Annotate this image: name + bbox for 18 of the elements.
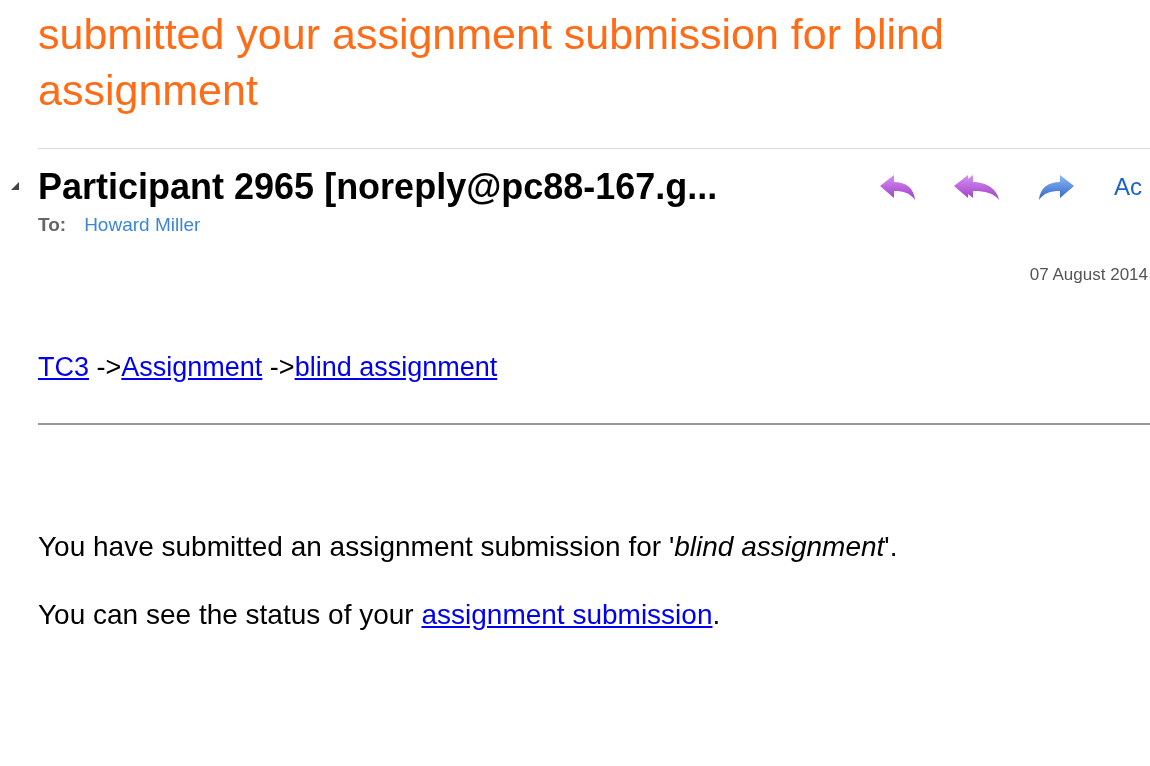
reply-icon[interactable] [878, 172, 918, 202]
message-date: 07 August 2014 [1029, 263, 1148, 286]
action-link[interactable]: Ac [1114, 169, 1142, 205]
forward-icon[interactable] [1036, 172, 1076, 202]
to-label: To: [38, 213, 67, 237]
message-paragraph: You can see the status of your assignment submission. [38, 598, 722, 632]
email-subject: submitted your assignment submission for blind assignment [38, 9, 945, 116]
breadcrumb-link[interactable]: TC3 [38, 352, 89, 382]
expand-triangle-icon[interactable] [10, 181, 20, 191]
submission-link[interactable]: assignment submission [421, 599, 713, 630]
breadcrumb-separator: -> [268, 352, 295, 382]
sender-name: Participant 2965 [noreply@pc88-167.g... [38, 165, 719, 209]
recipient-link[interactable]: Howard Miller [84, 211, 201, 240]
message-paragraph: You have submitted an assignment submission for 'blind assignment'. [38, 530, 899, 564]
breadcrumb-link[interactable]: Assignment [121, 352, 263, 382]
breadcrumb-link[interactable]: blind assignment [294, 352, 498, 382]
breadcrumb-separator: -> [95, 352, 122, 382]
reply-all-icon[interactable] [952, 172, 1002, 202]
